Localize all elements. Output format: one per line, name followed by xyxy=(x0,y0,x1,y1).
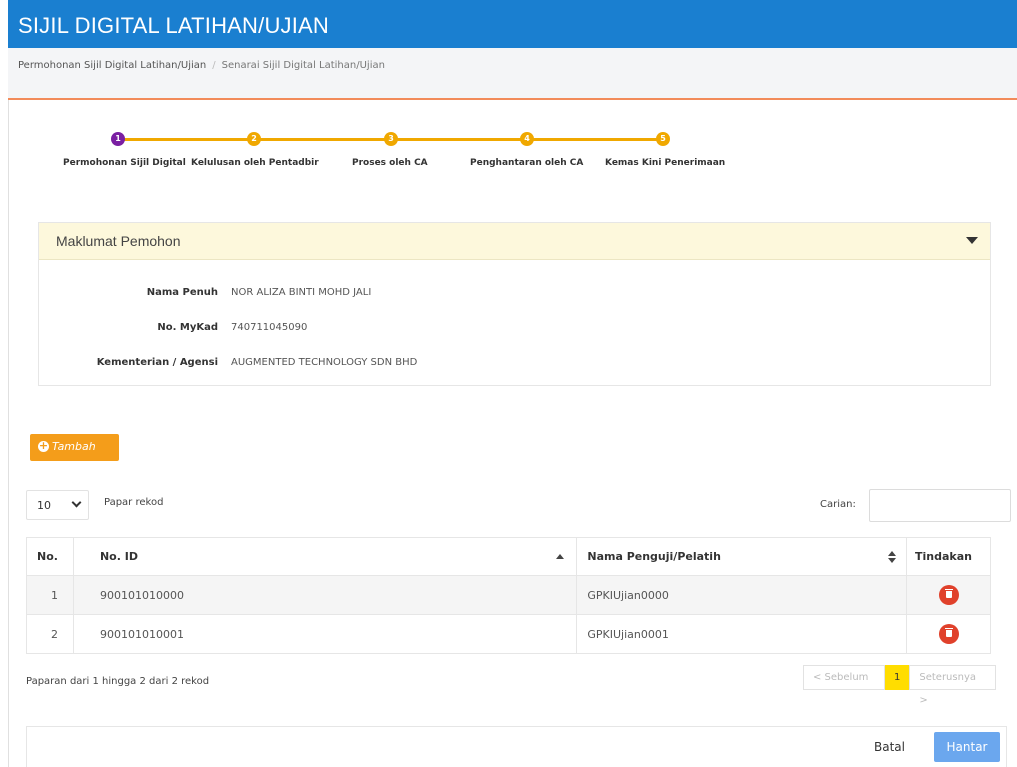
column-header-action: Tindakan xyxy=(906,537,991,576)
pagination-previous[interactable]: < Sebelum xyxy=(803,665,885,690)
applicant-info-panel: Maklumat Pemohon Nama Penuh NOR ALIZA BI… xyxy=(38,222,991,386)
stepper-line-3 xyxy=(391,138,527,141)
stepper-line-2 xyxy=(254,138,391,141)
row-number: 1 xyxy=(26,575,74,615)
search-label: Carian: xyxy=(820,499,856,510)
row-name: GPKIUjian0001 xyxy=(576,614,907,654)
row-name: GPKIUjian0000 xyxy=(576,575,907,615)
step-4-dot: 4 xyxy=(520,132,534,146)
column-header-name-label: Nama Penguji/Pelatih xyxy=(587,550,721,563)
sort-ascending-icon xyxy=(556,554,565,559)
full-name-label: Nama Penuh xyxy=(146,287,218,298)
caret-down-icon[interactable] xyxy=(966,237,978,244)
column-header-name[interactable]: Nama Penguji/Pelatih xyxy=(576,537,907,576)
records-summary: Paparan dari 1 hingga 2 dari 2 rekod xyxy=(26,676,210,687)
agency-value: AUGMENTED TECHNOLOGY SDN BHD xyxy=(231,357,418,368)
row-id: 900101010001 xyxy=(72,614,578,654)
column-header-id-label: No. ID xyxy=(99,550,138,563)
mykad-value: 740711045090 xyxy=(231,322,308,333)
applicant-panel-header[interactable]: Maklumat Pemohon xyxy=(39,223,990,260)
delete-trash-icon[interactable] xyxy=(938,624,959,644)
step-3-dot: 3 xyxy=(384,132,398,146)
mykad-label: No. MyKad xyxy=(157,322,218,333)
page-title: SIJIL DIGITAL LATIHAN/UJIAN xyxy=(18,13,330,38)
cancel-button[interactable]: Batal xyxy=(871,732,908,762)
step-5-dot: 5 xyxy=(656,132,670,146)
step-2-label: Kelulusan oleh Pentadbir xyxy=(191,158,319,168)
step-4-label: Penghantaran oleh CA xyxy=(470,158,584,168)
table-row: 2 900101010001 GPKIUjian0001 xyxy=(26,614,991,654)
row-id: 900101010000 xyxy=(72,575,578,615)
step-1-dot: 1 xyxy=(111,132,125,146)
records-table: No. No. ID Nama Penguji/Pelatih Tindakan… xyxy=(26,537,991,654)
form-actions-bar xyxy=(26,726,1007,767)
row-action xyxy=(906,614,991,654)
page-length-label: Papar rekod xyxy=(104,497,164,508)
step-1-label: Permohonan Sijil Digital xyxy=(63,158,186,168)
breadcrumb-separator: / xyxy=(212,60,216,71)
breadcrumb-item-permohonan[interactable]: Permohonan Sijil Digital Latihan/Ujian xyxy=(18,60,206,71)
applicant-panel-title: Maklumat Pemohon xyxy=(56,233,181,249)
row-number: 2 xyxy=(26,614,74,654)
add-button-label: Tambah xyxy=(52,440,96,453)
column-header-id[interactable]: No. ID xyxy=(72,537,578,576)
table-header-row: No. No. ID Nama Penguji/Pelatih Tindakan xyxy=(26,537,991,576)
row-action xyxy=(906,575,991,615)
step-2-dot: 2 xyxy=(247,132,261,146)
agency-label: Kementerian / Agensi xyxy=(96,357,218,368)
plus-circle-icon: + xyxy=(38,439,49,452)
column-header-no: No. xyxy=(26,537,74,576)
content-left-border xyxy=(8,100,9,767)
full-name-value: NOR ALIZA BINTI MOHD JALI xyxy=(231,287,372,298)
page-header: SIJIL DIGITAL LATIHAN/UJIAN xyxy=(8,0,1017,48)
step-5-label: Kemas Kini Penerimaan xyxy=(605,158,726,168)
breadcrumb-item-senarai: Senarai Sijil Digital Latihan/Ujian xyxy=(221,60,385,71)
pagination: < Sebelum 1 Seterusnya > xyxy=(803,665,997,706)
sort-icon xyxy=(888,551,896,563)
step-3-label: Proses oleh CA xyxy=(352,158,428,168)
pagination-page-current[interactable]: 1 xyxy=(885,665,910,690)
page-length-value: 10 xyxy=(37,499,51,512)
pagination-next[interactable]: Seterusnya > xyxy=(909,665,997,706)
breadcrumb: Permohonan Sijil Digital Latihan/Ujian / S… xyxy=(8,48,1017,98)
page-length-select[interactable]: 10 xyxy=(26,490,89,520)
submit-button[interactable]: Hantar xyxy=(934,732,1000,762)
stepper-line-1 xyxy=(118,138,254,141)
delete-trash-icon[interactable] xyxy=(938,585,959,605)
add-button[interactable]: + Tambah xyxy=(30,434,119,461)
stepper-line-4 xyxy=(527,138,663,141)
search-input[interactable] xyxy=(869,489,1011,522)
progress-stepper xyxy=(0,128,1017,178)
header-divider xyxy=(8,98,1017,100)
table-row: 1 900101010000 GPKIUjian0000 xyxy=(26,575,991,615)
chevron-down-icon xyxy=(71,497,82,508)
